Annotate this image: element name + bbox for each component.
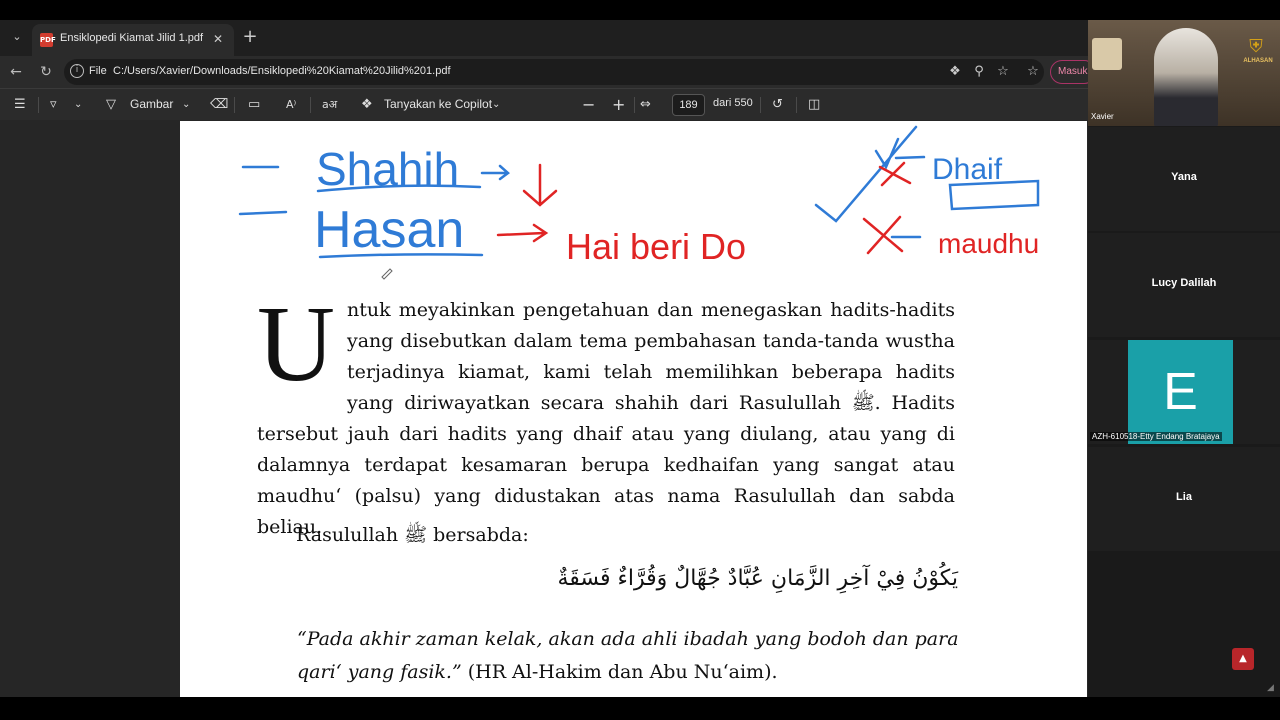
participant-name: AZH-610518-Etty Endang Bratajaya [1090,432,1222,441]
dash-mark-2 [238,210,288,216]
text-box-icon[interactable]: ▭ [248,96,260,114]
translation-source: (HR Al-Hakim dan Abu Nu‘aim). [461,661,778,683]
favorite-star-icon[interactable]: ☆ [994,63,1012,81]
toolbar-divider [38,97,39,113]
drop-cap: U [257,285,335,404]
paragraph-text: ntuk meyakinkan pengetahuan dan menegask… [257,299,955,538]
translate-icon[interactable]: aअ [322,96,337,114]
reload-icon[interactable]: ↻ [36,62,56,82]
copilot-button[interactable]: Tanyakan ke Copilot [384,97,492,111]
page-number-input[interactable]: 189 [672,94,705,116]
tab-title: Ensiklopedi Kiamat Jilid 1.pdf [60,32,204,44]
url-scheme-label: File [89,65,107,77]
page-view-icon[interactable]: ◫ [808,96,820,114]
page-total-label: dari 550 [713,97,753,109]
bottom-black-bar [0,697,1280,720]
fit-width-icon[interactable]: ⇔ [640,96,651,114]
hadith-intro: Rasulullah ﷺ bersabda: [296,524,529,546]
toolbar-divider [310,97,311,113]
omnibox[interactable]: i File C:/Users/Xavier/Downloads/Ensiklo… [64,59,1044,85]
contents-list-icon[interactable]: ☰ [14,96,26,114]
participant-name: Lucy Dalilah [1151,277,1217,289]
toolbar-divider [796,97,797,113]
hasan-note: Hasan [314,201,464,259]
shahih-note: Shahih [316,143,459,195]
tab-pdf[interactable]: PDF Ensiklopedi Kiamat Jilid 1.pdf ✕ [32,24,234,56]
arrow-shahih [480,164,510,181]
ink-annotations: Shahih Hasan Hai beri Do Dhaif maudhu [238,125,1040,280]
back-arrow-icon[interactable]: ← [6,62,26,82]
body-paragraph: Untuk meyakinkan pengetahuan dan menegas… [257,285,955,543]
pdf-favicon-icon: PDF [40,33,56,47]
address-bar: ← ↻ i File C:/Users/Xavier/Downloads/Ens… [0,56,1088,88]
toolbar-divider [634,97,635,113]
url-text[interactable]: C:/Users/Xavier/Downloads/Ensiklopedi%20… [113,65,451,77]
new-tab-button[interactable]: + [240,28,260,48]
eraser-icon[interactable]: ⌫ [210,96,228,114]
draw-icon[interactable]: ▽ [106,96,116,114]
highlight-icon[interactable]: ▿ [50,96,57,114]
arrow-hasan [496,223,549,243]
scroll-decor-icon [1092,38,1122,70]
participant-tile[interactable]: Lia [1088,447,1280,551]
acrobat-icon[interactable]: ▲ [1232,648,1254,670]
zoom-in-icon[interactable]: + [612,96,625,114]
pen-cursor-icon [381,268,393,280]
arabic-hadith: يَكُوْنُ فِيْ آخِرِ الزَّمَانِ عُبَّادٌ … [557,566,958,591]
pdf-page[interactable]: Shahih Hasan Hai beri Do Dhaif maudhu Un… [180,121,1087,697]
toolbar-divider [760,97,761,113]
browser-window: ⌄ PDF Ensiklopedi Kiamat Jilid 1.pdf ✕ +… [0,20,1088,697]
hasan-comment-note: Hai beri Do [566,226,746,267]
copilot-icon[interactable]: ❖ [361,96,373,114]
meeting-panel: ⛨ ALHASAN Xavier Yana Lucy Dalilah E AZH… [1088,20,1280,697]
draw-button[interactable]: Gambar [130,97,173,111]
cross-maudhu [862,215,904,255]
tab-close-icon[interactable]: ✕ [210,31,226,47]
profile-sign-in-button[interactable]: Masuk [1050,60,1088,84]
draw-chevron-icon[interactable]: ⌄ [182,96,190,114]
big-checkmark [814,125,918,223]
zoom-out-icon[interactable]: − [582,96,595,114]
participant-name: Lia [1176,491,1192,503]
pdf-viewer[interactable]: Shahih Hasan Hai beri Do Dhaif maudhu Un… [0,120,1088,697]
pdf-toolbar: ☰ ▿ ⌄ ▽ Gambar ⌄ ⌫ ▭ A⁾ aअ ❖ Tanyakan ke… [0,88,1088,120]
highlight-chevron-icon[interactable]: ⌄ [74,96,82,114]
resize-grip-icon[interactable]: ◢ [1267,683,1277,693]
dhaif-arrow [894,155,926,160]
tab-strip: ⌄ PDF Ensiklopedi Kiamat Jilid 1.pdf ✕ + [0,20,1088,56]
hadith-translation: “Pada akhir zaman kelak, akan ada ahli i… [297,623,959,689]
zoom-icon[interactable]: ⚲ [970,63,988,81]
participant-tile[interactable]: E AZH-610518-Etty Endang Bratajaya [1088,340,1280,444]
toolbar-divider [234,97,235,113]
copilot-chevron-icon[interactable]: ⌄ [492,96,500,114]
self-name-label: Xavier [1091,112,1114,121]
info-icon[interactable]: i [70,64,84,78]
participant-tile[interactable]: Lucy Dalilah [1088,233,1280,337]
top-black-bar [0,0,1280,20]
read-aloud-icon[interactable]: A⁾ [286,96,296,114]
self-video-tile[interactable]: ⛨ ALHASAN Xavier [1088,20,1280,126]
avatar: E [1128,340,1233,444]
down-arrow [522,163,558,207]
participant-tile[interactable]: Yana [1088,127,1280,231]
favorites-icon[interactable]: ☆ [1024,63,1042,81]
participant-video [1154,28,1218,126]
rotate-icon[interactable]: ↺ [772,96,783,114]
dhaif-note: Dhaif [932,153,1003,186]
participant-name: Yana [1171,171,1197,183]
maudhu-note: maudhu [938,228,1039,259]
logo-text: ALHASAN [1243,58,1273,64]
tab-search-chevron-icon[interactable]: ⌄ [8,28,26,46]
copilot-page-icon[interactable]: ❖ [946,63,964,81]
